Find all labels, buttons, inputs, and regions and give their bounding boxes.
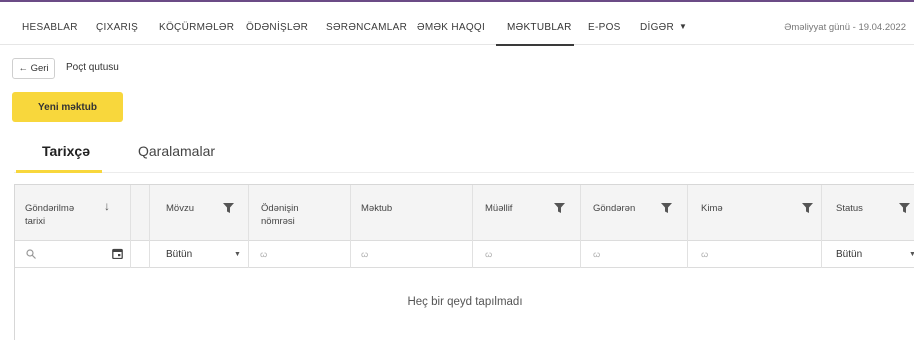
back-button[interactable]: ← Geri (12, 58, 55, 79)
filter-icon[interactable] (661, 203, 672, 213)
filter-placeholder-icon[interactable]: ꞷ (485, 249, 492, 260)
tab-history[interactable]: Tarixçə (42, 143, 90, 159)
active-tab-indicator (16, 170, 102, 173)
column-header-letter[interactable]: Məktub (361, 202, 392, 215)
chevron-down-icon[interactable]: ▼ (909, 251, 914, 258)
nav-item-e-pos[interactable]: E-POS (588, 22, 621, 33)
tab-drafts[interactable]: Qaralamalar (138, 143, 215, 159)
new-letter-button[interactable]: Yeni məktub (12, 92, 123, 122)
column-divider (687, 185, 688, 268)
nav-item-diger-label: DİGƏR (640, 22, 675, 33)
filter-icon[interactable] (554, 203, 565, 213)
filter-icon[interactable] (223, 203, 234, 213)
column-divider (248, 185, 249, 268)
nav-item-hesablar[interactable]: HESABLAR (22, 22, 78, 33)
column-header-author[interactable]: Müəllif (485, 202, 512, 215)
nav-item-serencamlar[interactable]: SƏRƏNCAMLAR (326, 22, 407, 33)
sort-down-icon[interactable]: ↓ (104, 199, 110, 213)
filter-icon[interactable] (899, 203, 910, 213)
tabs-divider (14, 172, 914, 173)
filter-placeholder-icon[interactable]: ꞷ (260, 249, 267, 260)
column-header-subject[interactable]: Mövzu (166, 202, 194, 215)
breadcrumb-current: Poçt qutusu (66, 62, 119, 73)
filter-placeholder-icon[interactable]: ꞷ (593, 249, 600, 260)
column-divider (472, 185, 473, 268)
column-header-status[interactable]: Status (836, 202, 863, 215)
filter-icon[interactable] (802, 203, 813, 213)
filter-placeholder-icon[interactable]: ꞷ (701, 249, 708, 260)
nav-item-mektublar[interactable]: MƏKTUBLAR (507, 22, 572, 33)
column-divider (149, 185, 150, 268)
chevron-down-icon: ▼ (679, 22, 688, 31)
nav-item-kocurmeler[interactable]: KÖÇÜRMƏLƏR (159, 22, 234, 33)
nav-item-cixaris[interactable]: ÇIXARIŞ (96, 22, 138, 33)
empty-state-message: Heç bir qeyd tapılmadı (407, 296, 523, 308)
active-nav-indicator (496, 44, 574, 46)
column-header-sent-date[interactable]: Göndərilmə tarixi (25, 202, 91, 228)
nav-item-odenisler[interactable]: ÖDƏNİŞLƏR (246, 22, 308, 33)
top-navigation: HESABLAR ÇIXARIŞ KÖÇÜRMƏLƏR ÖDƏNİŞLƏR SƏ… (0, 2, 914, 46)
filter-placeholder-icon[interactable]: ꞷ (361, 249, 368, 260)
subject-filter-select[interactable]: Bütün (166, 249, 192, 260)
nav-item-diger[interactable]: DİGƏR ▼ (640, 22, 687, 33)
search-icon[interactable] (26, 249, 36, 259)
column-header-recipient[interactable]: Kimə (701, 202, 723, 215)
nav-item-emek-haqqi[interactable]: ƏMƏK HAQQI (417, 22, 485, 33)
column-header-sender[interactable]: Göndərən (593, 202, 635, 215)
status-filter-select[interactable]: Bütün (836, 249, 862, 260)
operation-day: Əməliyyat günü - 19.04.2022 (784, 22, 906, 33)
column-divider (350, 185, 351, 268)
letters-table: Göndərilmə tarixi ↓ Mövzu Ödənişin nömrə… (14, 184, 914, 340)
column-header-payment-number[interactable]: Ödənişin nömrəsi (261, 202, 321, 228)
calendar-icon[interactable] (112, 248, 123, 259)
column-divider (130, 185, 131, 268)
column-divider (580, 185, 581, 268)
column-divider (821, 185, 822, 268)
chevron-down-icon[interactable]: ▼ (234, 251, 241, 258)
